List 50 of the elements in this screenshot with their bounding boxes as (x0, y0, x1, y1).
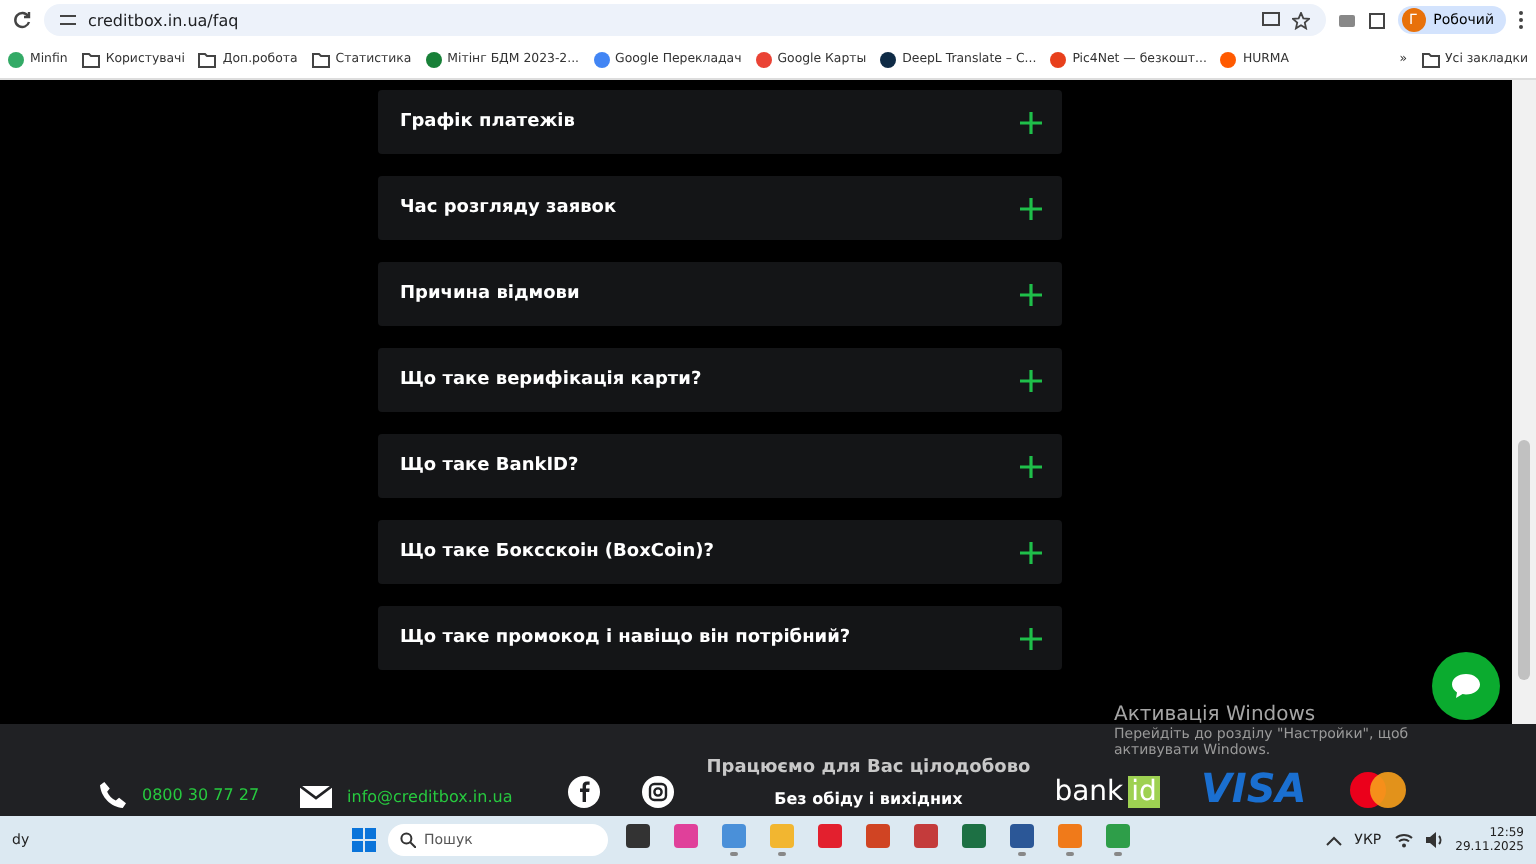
activation-title: Активація Windows (1114, 704, 1318, 726)
site-icon (1050, 51, 1067, 67)
site-icon (593, 51, 610, 67)
folder-icon (198, 51, 217, 67)
site-icon (425, 51, 442, 67)
faq-item[interactable]: Що таке Боксскоін (BoxCoin)? (378, 520, 1062, 584)
search-icon (400, 832, 416, 848)
phone-link[interactable]: 0800 30 77 27 (142, 786, 260, 804)
email-link[interactable]: info@creditbox.in.ua (347, 788, 513, 806)
facebook-icon[interactable] (568, 776, 601, 808)
folder-icon (81, 51, 100, 67)
visa-logo: VISA (1200, 768, 1307, 808)
faq-item[interactable]: Що таке BankID? (378, 434, 1062, 498)
bankid-logo: bank id (1054, 776, 1161, 808)
instagram-icon[interactable] (642, 776, 675, 808)
folder-icon (311, 51, 330, 67)
speaker-icon[interactable] (1425, 832, 1444, 848)
site-icon (880, 51, 897, 67)
site-icon (8, 51, 24, 67)
plus-icon (1020, 627, 1042, 649)
plus-icon (1020, 369, 1042, 391)
plus-icon (1020, 111, 1042, 133)
chevron-up-icon[interactable] (1326, 835, 1343, 845)
site-icon (755, 51, 772, 67)
wifi-icon[interactable] (1393, 832, 1414, 848)
reload-icon[interactable] (12, 10, 32, 30)
site-icon (1220, 51, 1237, 67)
hours-note: Без обіду і вихідних (774, 790, 963, 808)
plus-icon (1020, 283, 1042, 305)
plus-icon (1020, 455, 1042, 477)
plus-icon (1020, 197, 1042, 219)
chat-bubble-icon (1452, 674, 1480, 698)
mastercard-logo (1350, 772, 1407, 808)
faq-item[interactable]: Графік платежів (378, 90, 1062, 154)
windows-start-icon[interactable] (352, 828, 376, 852)
menu-icon[interactable] (1518, 10, 1524, 30)
faq-item[interactable]: Що таке промокод і навіщо він потрібний? (378, 606, 1062, 670)
hours-title: Працюємо для Вас цілодобово (706, 758, 1031, 778)
plus-icon (1020, 541, 1042, 563)
phone-icon (100, 782, 126, 808)
chat-button[interactable] (1432, 652, 1500, 720)
star-icon[interactable] (1291, 11, 1310, 29)
faq-item[interactable]: Час розгляду заявок (378, 176, 1062, 240)
scrollbar-thumb[interactable] (1518, 440, 1530, 680)
faq-item[interactable]: Що таке верифікація карти? (378, 348, 1062, 412)
mail-icon (299, 786, 332, 808)
folder-icon (1421, 51, 1440, 67)
taskbar-app[interactable] (1004, 818, 1040, 862)
address-bar[interactable]: creditbox.in.ua/faq (44, 4, 1326, 36)
faq-item[interactable]: Причина відмови (378, 262, 1062, 326)
